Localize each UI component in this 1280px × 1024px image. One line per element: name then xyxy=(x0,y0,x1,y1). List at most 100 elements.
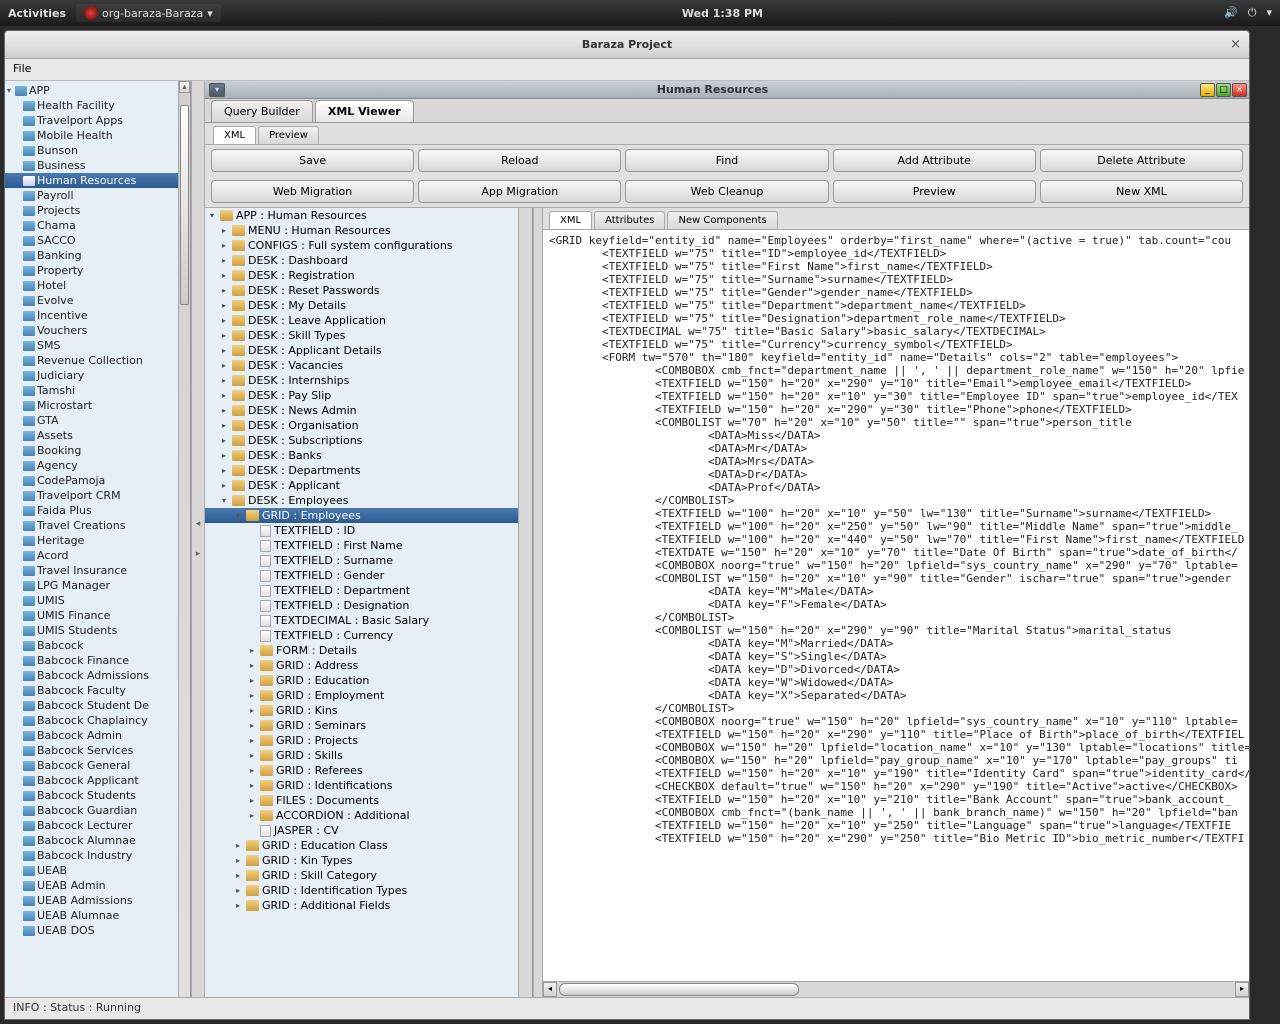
tab-xml-viewer[interactable]: XML Viewer xyxy=(315,100,414,122)
tree-item[interactable]: Assets xyxy=(5,428,190,443)
menu-file[interactable]: File xyxy=(13,62,31,75)
mid-splitter[interactable] xyxy=(533,208,543,997)
tree-item[interactable]: CodePamoja xyxy=(5,473,190,488)
power-icon[interactable]: ⏻ xyxy=(1248,6,1257,20)
button-delete-attribute[interactable]: Delete Attribute xyxy=(1040,149,1243,172)
struct-node[interactable]: ▸DESK : Leave Application xyxy=(205,313,518,328)
tree-item[interactable]: UMIS Students xyxy=(5,623,190,638)
tree-item[interactable]: Babcock General xyxy=(5,758,190,773)
titlebar[interactable]: Baraza Project × xyxy=(5,31,1249,59)
struct-node[interactable]: ▸GRID : Skill Category xyxy=(205,868,518,883)
tree-item[interactable]: Vouchers xyxy=(5,323,190,338)
struct-node[interactable]: ▸ACCORDION : Additional xyxy=(205,808,518,823)
struct-node[interactable]: TEXTFIELD : Designation xyxy=(205,598,518,613)
tree-item[interactable]: Babcock Admissions xyxy=(5,668,190,683)
tree-item[interactable]: Babcock Industry xyxy=(5,848,190,863)
xmltab-attributes[interactable]: Attributes xyxy=(594,211,665,229)
struct-node[interactable]: ▸DESK : Applicant Details xyxy=(205,343,518,358)
tree-item[interactable]: Babcock Faculty xyxy=(5,683,190,698)
tree-item[interactable]: Travel Insurance xyxy=(5,563,190,578)
tab-query-builder[interactable]: Query Builder xyxy=(211,100,313,122)
tree-item[interactable]: SACCO xyxy=(5,233,190,248)
tree-item[interactable]: Hotel xyxy=(5,278,190,293)
struct-node[interactable]: TEXTDECIMAL : Basic Salary xyxy=(205,613,518,628)
tree-item[interactable]: Babcock Student De xyxy=(5,698,190,713)
xmltab-new-components[interactable]: New Components xyxy=(667,211,777,229)
mdi-minimize-button[interactable]: _ xyxy=(1200,83,1215,97)
tree-item[interactable]: Babcock Finance xyxy=(5,653,190,668)
tree-item[interactable]: UEAB Admin xyxy=(5,878,190,893)
tree-item[interactable]: Babcock Chaplaincy xyxy=(5,713,190,728)
struct-node[interactable]: ▸DESK : Organisation xyxy=(205,418,518,433)
mdi-menu-icon[interactable]: ▾ xyxy=(209,83,225,97)
subtab-preview[interactable]: Preview xyxy=(258,126,319,144)
struct-node[interactable]: ▾DESK : Employees xyxy=(205,493,518,508)
xmltab-xml[interactable]: XML xyxy=(549,211,592,229)
tree-item[interactable]: Heritage xyxy=(5,533,190,548)
struct-node[interactable]: TEXTFIELD : Department xyxy=(205,583,518,598)
button-save[interactable]: Save xyxy=(211,149,414,172)
struct-node[interactable]: TEXTFIELD : Currency xyxy=(205,628,518,643)
tree-item[interactable]: Projects xyxy=(5,203,190,218)
struct-node[interactable]: ▾GRID : Employees xyxy=(205,508,518,523)
struct-node[interactable]: ▸DESK : Applicant xyxy=(205,478,518,493)
mdi-maximize-button[interactable]: □ xyxy=(1216,83,1231,97)
struct-node[interactable]: ▸FILES : Documents xyxy=(205,793,518,808)
xml-h-scrollbar[interactable]: ◂▸ xyxy=(543,981,1249,997)
tree-item[interactable]: Health Facility xyxy=(5,98,190,113)
struct-node[interactable]: ▸GRID : Identifications xyxy=(205,778,518,793)
struct-node[interactable]: TEXTFIELD : ID xyxy=(205,523,518,538)
tree-item[interactable]: UEAB Admissions xyxy=(5,893,190,908)
struct-node[interactable]: ▸DESK : Departments xyxy=(205,463,518,478)
struct-node[interactable]: TEXTFIELD : First Name xyxy=(205,538,518,553)
struct-node[interactable]: ▸GRID : Referees xyxy=(205,763,518,778)
tree-root[interactable]: APP xyxy=(5,83,190,98)
struct-node[interactable]: ▸GRID : Employment xyxy=(205,688,518,703)
tree-item[interactable]: Incentive xyxy=(5,308,190,323)
tree-item[interactable]: Babcock Lecturer xyxy=(5,818,190,833)
tree-item[interactable]: UMIS Finance xyxy=(5,608,190,623)
tree-item[interactable]: Business xyxy=(5,158,190,173)
struct-node[interactable]: ▸GRID : Projects xyxy=(205,733,518,748)
tree-item[interactable]: SMS xyxy=(5,338,190,353)
button-new-xml[interactable]: New XML xyxy=(1040,180,1243,203)
tree-item[interactable]: Judiciary xyxy=(5,368,190,383)
tree-item[interactable]: Babcock Admin xyxy=(5,728,190,743)
button-web-migration[interactable]: Web Migration xyxy=(211,180,414,203)
tree-item[interactable]: Booking xyxy=(5,443,190,458)
struct-node[interactable]: ▸DESK : News Admin xyxy=(205,403,518,418)
struct-node[interactable]: ▸GRID : Kin Types xyxy=(205,853,518,868)
tree-item[interactable]: Babcock xyxy=(5,638,190,653)
left-splitter[interactable]: ◂▸ xyxy=(191,81,205,997)
tree-item[interactable]: Babcock Applicant xyxy=(5,773,190,788)
struct-node[interactable]: ▾APP : Human Resources xyxy=(205,208,518,223)
tree-item[interactable]: Babcock Guardian xyxy=(5,803,190,818)
struct-node[interactable]: ▸GRID : Additional Fields xyxy=(205,898,518,913)
mdi-titlebar[interactable]: ▾ Human Resources _ □ × xyxy=(205,81,1249,99)
button-find[interactable]: Find xyxy=(625,149,828,172)
tree-item[interactable]: Bunson xyxy=(5,143,190,158)
left-scrollbar[interactable]: ▴ xyxy=(178,81,190,997)
tree-item[interactable]: Travel Creations xyxy=(5,518,190,533)
tree-item[interactable]: Chama xyxy=(5,218,190,233)
struct-node[interactable]: TEXTFIELD : Gender xyxy=(205,568,518,583)
struct-node[interactable]: ▸DESK : Vacancies xyxy=(205,358,518,373)
struct-node[interactable]: ▸DESK : Internships xyxy=(205,373,518,388)
tree-item[interactable]: Faida Plus xyxy=(5,503,190,518)
struct-node[interactable]: ▸DESK : Dashboard xyxy=(205,253,518,268)
tree-item[interactable]: UEAB DOS xyxy=(5,923,190,938)
xml-editor[interactable]: <GRID keyfield="entity_id" name="Employe… xyxy=(543,230,1249,981)
tree-item[interactable]: Property xyxy=(5,263,190,278)
subtab-xml[interactable]: XML xyxy=(213,126,256,144)
tree-item[interactable]: UEAB Alumnae xyxy=(5,908,190,923)
button-preview[interactable]: Preview xyxy=(833,180,1036,203)
tree-item[interactable]: GTA xyxy=(5,413,190,428)
mdi-close-button[interactable]: × xyxy=(1232,83,1247,97)
struct-node[interactable]: ▸GRID : Identification Types xyxy=(205,883,518,898)
tree-item[interactable]: Babcock Students xyxy=(5,788,190,803)
tree-item[interactable]: Babcock Services xyxy=(5,743,190,758)
tree-item[interactable]: Travelport CRM xyxy=(5,488,190,503)
struct-node[interactable]: ▸MENU : Human Resources xyxy=(205,223,518,238)
tree-item[interactable]: LPG Manager xyxy=(5,578,190,593)
mid-scrollbar[interactable] xyxy=(518,208,532,997)
